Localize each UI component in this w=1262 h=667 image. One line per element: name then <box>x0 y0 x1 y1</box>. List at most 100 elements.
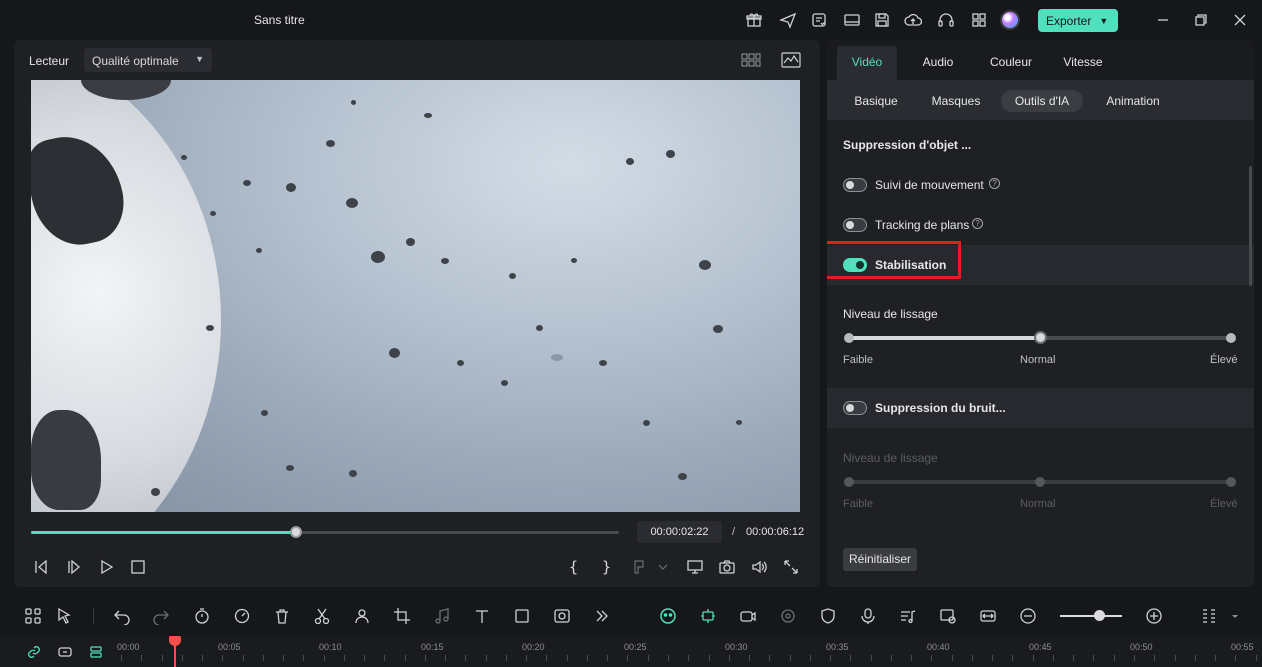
save-icon[interactable] <box>873 11 891 29</box>
progress-handle[interactable] <box>289 526 302 538</box>
ruler-tick <box>729 655 730 661</box>
color-match-icon[interactable] <box>553 607 571 625</box>
stop-icon[interactable] <box>129 558 147 576</box>
mark-out-button[interactable]: } <box>602 558 611 576</box>
next-frame-icon[interactable] <box>65 558 83 576</box>
audio-icon[interactable] <box>433 607 451 625</box>
grid-view-icon[interactable] <box>741 52 761 68</box>
tab-audio[interactable]: Audio <box>913 40 963 80</box>
tab-basic[interactable]: Basique <box>847 90 905 112</box>
total-time: 00:00:06:12 <box>746 526 805 538</box>
fullscreen-icon[interactable] <box>782 558 800 576</box>
mark-in-button[interactable]: { <box>569 558 578 576</box>
debris <box>243 180 251 186</box>
undo-icon[interactable] <box>113 607 131 626</box>
screen-icon[interactable] <box>779 607 797 625</box>
mic-icon[interactable] <box>859 607 877 625</box>
shield-icon[interactable] <box>819 607 837 625</box>
timer-icon[interactable] <box>193 607 211 625</box>
pointer-icon[interactable] <box>56 607 74 625</box>
ruler-tick <box>810 655 811 661</box>
text-icon[interactable] <box>473 607 491 625</box>
noise-reduction-toggle[interactable] <box>843 401 867 415</box>
fit-icon[interactable] <box>979 607 997 625</box>
record-icon[interactable] <box>739 607 757 625</box>
cloud-upload-icon[interactable] <box>904 11 923 29</box>
help-icon[interactable]: ? <box>989 178 1000 189</box>
checklist-icon[interactable] <box>810 11 828 29</box>
grip-icon[interactable] <box>1200 607 1218 625</box>
tab-masks[interactable]: Masques <box>925 90 987 112</box>
smoothing-title: Niveau de lissage <box>843 307 938 321</box>
layout-icon[interactable] <box>843 11 861 29</box>
section-title[interactable]: Suppression d'objet ... <box>843 138 971 152</box>
playhead-handle[interactable] <box>169 636 181 646</box>
dropdown-icon[interactable] <box>1226 607 1238 625</box>
more-icon[interactable] <box>593 607 611 625</box>
chevron-down-icon[interactable] <box>654 558 668 576</box>
ruler-label: 00:55 <box>1231 642 1254 652</box>
ruler-tick <box>1175 655 1176 661</box>
scope-icon[interactable] <box>781 52 801 68</box>
ai-stabilize-icon[interactable] <box>699 607 717 625</box>
minimize-icon[interactable] <box>1154 11 1172 29</box>
tab-animation[interactable]: Animation <box>1097 90 1169 112</box>
crop-person-icon[interactable] <box>353 607 371 625</box>
close-icon[interactable] <box>1231 11 1249 29</box>
debris <box>501 380 508 386</box>
avatar[interactable] <box>1000 10 1020 30</box>
replace-icon[interactable] <box>939 607 957 625</box>
headset-icon[interactable] <box>937 11 955 29</box>
previous-frame-icon[interactable] <box>32 558 50 576</box>
volume-icon[interactable] <box>750 558 768 576</box>
current-time[interactable]: 00:00:02:22 <box>637 521 722 543</box>
ruler-tick <box>627 655 628 661</box>
tab-speed[interactable]: Vitesse <box>1057 40 1109 80</box>
audio-list-icon[interactable] <box>899 607 917 625</box>
panel-scrollbar[interactable] <box>1249 166 1252 286</box>
planar-tracking-toggle[interactable] <box>843 218 867 232</box>
zoom-out-icon[interactable] <box>1019 607 1037 625</box>
grid-icon[interactable] <box>970 11 988 29</box>
tab-ai-tools[interactable]: Outils d'IA <box>1001 90 1083 112</box>
cut-icon[interactable] <box>313 607 331 625</box>
video-preview[interactable] <box>31 80 800 512</box>
snapshot-icon[interactable] <box>718 558 736 576</box>
ruler-tick <box>668 655 669 661</box>
send-icon[interactable] <box>779 11 797 29</box>
zoom-in-icon[interactable] <box>1145 607 1163 625</box>
export-button[interactable]: Exporter ▼ <box>1038 9 1118 32</box>
crop-icon[interactable] <box>393 607 411 625</box>
slider-handle[interactable] <box>1034 331 1047 344</box>
motion-tracking-toggle[interactable] <box>843 178 867 192</box>
group-icon[interactable] <box>57 644 73 660</box>
delete-icon[interactable] <box>273 607 291 625</box>
zoom-handle[interactable] <box>1094 610 1105 621</box>
smoothing-slider[interactable] <box>844 331 1236 344</box>
speed-icon[interactable] <box>233 607 251 625</box>
ruler-label: 00:10 <box>319 642 342 652</box>
rectangle-icon[interactable] <box>513 607 531 625</box>
play-icon[interactable] <box>97 558 115 576</box>
gift-icon[interactable] <box>745 11 763 29</box>
zoom-slider[interactable] <box>1060 615 1122 617</box>
display-icon[interactable] <box>686 558 704 576</box>
track-icon[interactable] <box>88 644 104 660</box>
link-icon[interactable] <box>26 644 42 660</box>
tab-video[interactable]: Vidéo <box>837 46 897 80</box>
multi-select-icon[interactable] <box>24 607 42 625</box>
timeline-ruler[interactable]: 00:00 00:05 00:10 00:15 00:20 00:25 00:3… <box>0 636 1262 667</box>
quality-dropdown[interactable]: Qualité optimale ▼ <box>84 48 212 72</box>
playback-progress[interactable] <box>31 526 619 538</box>
restore-icon[interactable] <box>1192 11 1210 29</box>
debris <box>571 258 577 263</box>
noise-level-title: Niveau de lissage <box>843 451 938 465</box>
marker-icon[interactable] <box>632 558 650 576</box>
reset-button[interactable]: Réinitialiser <box>843 548 918 571</box>
help-icon[interactable]: ? <box>972 218 983 229</box>
ai-face-icon[interactable] <box>659 607 677 625</box>
debris <box>286 183 296 192</box>
redo-icon[interactable] <box>152 607 170 626</box>
tab-color[interactable]: Couleur <box>983 40 1039 80</box>
ruler-tick <box>344 655 345 661</box>
